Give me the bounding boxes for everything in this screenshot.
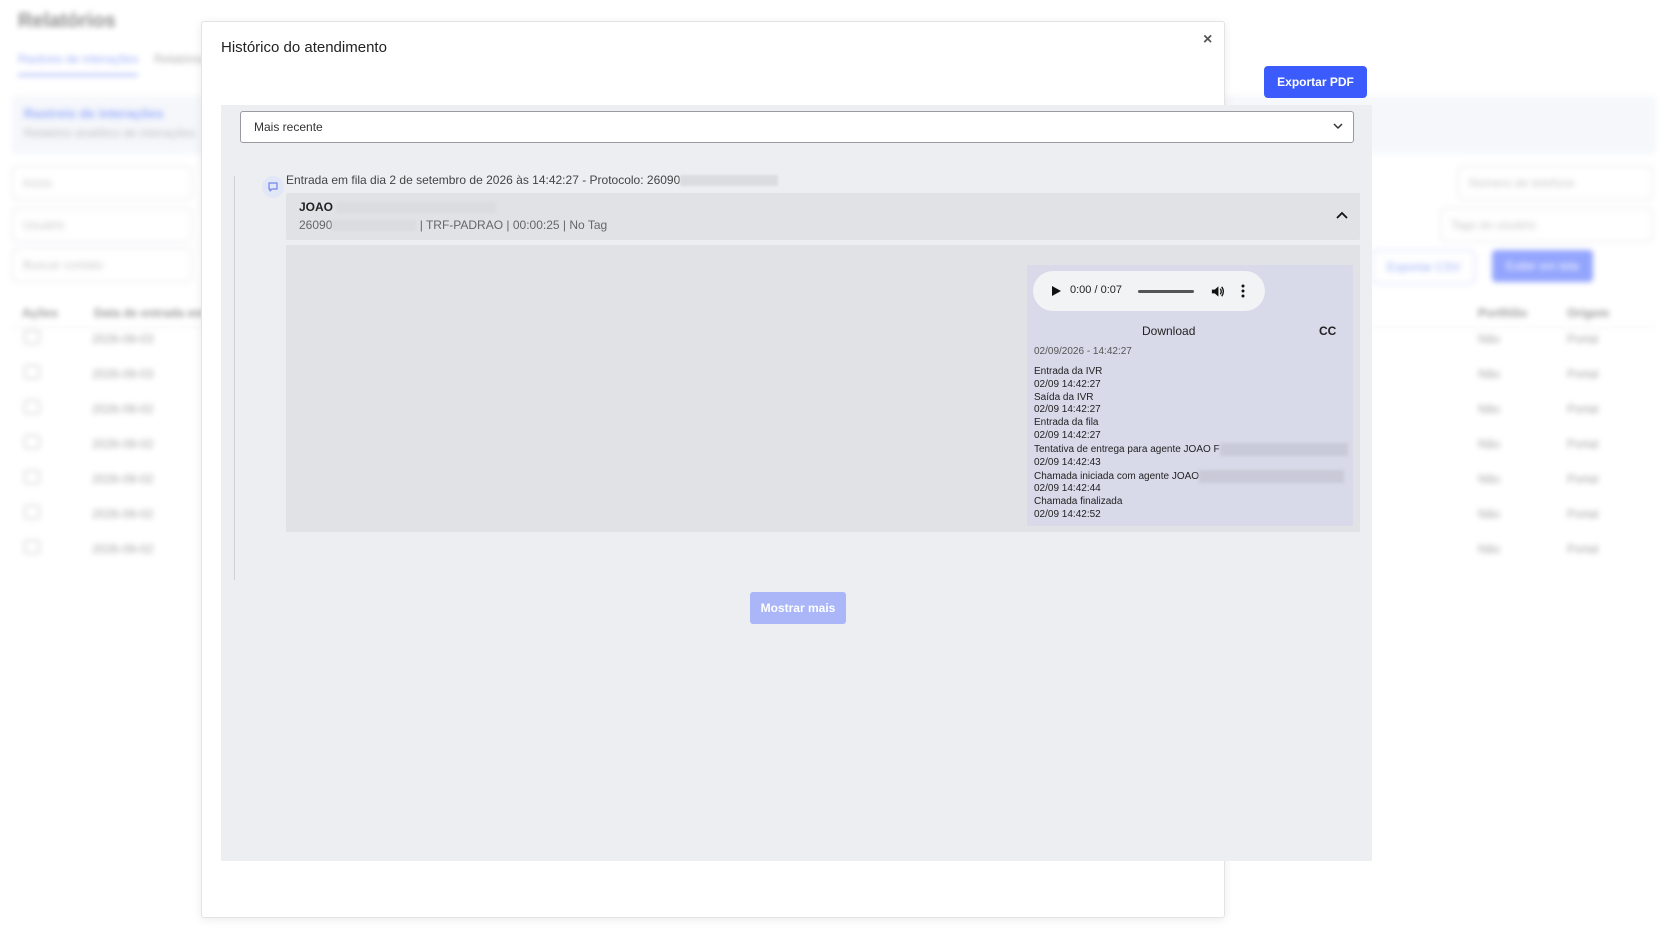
download-link[interactable]: Download xyxy=(1142,324,1195,338)
row-date: 2026-09-02 xyxy=(92,437,154,451)
log-entry-label: Entrada da IVR xyxy=(1034,366,1349,379)
log-entry-time: 02/09 14:42:27 xyxy=(1034,404,1101,416)
row-portfolio: Não xyxy=(1478,402,1501,416)
row-origin: Portal xyxy=(1567,472,1599,486)
user-field[interactable]: Usuário xyxy=(12,208,192,242)
row-date: 2026-09-03 xyxy=(92,332,154,346)
modal-title: Histórico do atendimento xyxy=(221,39,387,56)
volume-icon[interactable] xyxy=(1210,284,1225,299)
log-entry-label: Chamada finalizada xyxy=(1034,496,1349,509)
redacted-agent-name xyxy=(1219,442,1348,456)
recording-panel: 0:00 / 0:07 Download CC 02/09/2026 - 14:… xyxy=(1027,265,1353,526)
sort-selected-value: Mais recente xyxy=(254,120,323,134)
chat-icon[interactable] xyxy=(24,400,40,414)
call-queue: TRF-PADRAO xyxy=(425,218,504,232)
export-pdf-button[interactable]: Exportar PDF xyxy=(1264,66,1367,98)
user-tags-select[interactable]: Tags do usuário xyxy=(1440,208,1653,242)
more-options-icon[interactable] xyxy=(1240,283,1246,299)
page-title: Relatórios xyxy=(18,10,116,32)
row-origin: Portal xyxy=(1567,437,1599,451)
audio-progress-track[interactable] xyxy=(1138,290,1194,293)
search-contact-input[interactable]: Buscar contato xyxy=(12,248,192,282)
header-portfolio: Portfólio xyxy=(1478,306,1528,320)
call-duration: 00:00:25 xyxy=(512,218,560,232)
row-portfolio: Não xyxy=(1478,472,1501,486)
event-header: Entrada em fila dia 2 de setembro de 202… xyxy=(286,173,779,187)
tab-interaction-tracking[interactable]: Rastreio de interações xyxy=(18,52,139,76)
row-origin: Portal xyxy=(1567,367,1599,381)
close-icon[interactable]: × xyxy=(1203,32,1212,48)
captions-toggle[interactable]: CC xyxy=(1319,324,1336,338)
agent-name-text: JOAO xyxy=(299,200,334,214)
row-portfolio: Não xyxy=(1478,507,1501,521)
log-label-text: Saída da IVR xyxy=(1034,391,1094,403)
row-portfolio: Não xyxy=(1478,542,1501,556)
row-portfolio: Não xyxy=(1478,367,1501,381)
chat-icon[interactable] xyxy=(24,540,40,554)
log-entry-time: 02/09 14:42:27 xyxy=(1034,429,1101,441)
display-button[interactable]: Exibir em tela xyxy=(1492,250,1593,282)
chat-icon[interactable] xyxy=(24,330,40,344)
log-label-text: Entrada da fila xyxy=(1034,417,1099,429)
chat-icon[interactable] xyxy=(24,365,40,379)
log-entry-label: Entrada da fila xyxy=(1034,417,1349,430)
header-actions: Ações xyxy=(22,306,59,320)
chat-icon xyxy=(262,176,284,198)
audio-player[interactable]: 0:00 / 0:07 xyxy=(1033,271,1265,311)
section-title: Rastreio de interações xyxy=(24,106,164,121)
log-label-text: Chamada iniciada com agente JOAO xyxy=(1034,470,1200,482)
redacted-agent-name xyxy=(1199,469,1345,483)
event-header-text: Entrada em fila dia 2 de setembro de 202… xyxy=(286,173,681,187)
log-entry-time: 02/09 14:42:43 xyxy=(1034,456,1101,468)
tab-reports[interactable]: Relatórios xyxy=(154,52,208,76)
row-portfolio: Não xyxy=(1478,437,1501,451)
show-more-button[interactable]: Mostrar mais xyxy=(750,592,846,624)
row-date: 2026-09-02 xyxy=(92,472,154,486)
call-protocol: 26090 xyxy=(299,218,333,232)
chat-icon[interactable] xyxy=(24,435,40,449)
log-entry-label: Tentativa de entrega para agente JOAO F xyxy=(1034,442,1349,457)
event-log: Entrada da IVR 02/09 14:42:27 Saída da IVR… xyxy=(1034,366,1349,522)
export-csv-button[interactable]: Exportar CSV xyxy=(1372,250,1476,284)
row-origin: Portal xyxy=(1567,507,1599,521)
audio-time: 0:00 / 0:07 xyxy=(1070,284,1122,296)
log-label-text: Entrada da IVR xyxy=(1034,366,1103,377)
agent-name: JOAO xyxy=(299,200,497,214)
call-meta: 26090 | TRF-PADRAO | 00:00:25 | No Tag xyxy=(299,218,607,232)
section-subtitle: Relatório analítico de interações xyxy=(24,126,196,140)
row-portfolio: Não xyxy=(1478,332,1501,346)
log-entry-time: 02/09 14:42:44 xyxy=(1034,483,1101,495)
chat-icon[interactable] xyxy=(24,505,40,519)
log-entry-label: Chamada iniciada com agente JOAO xyxy=(1034,469,1349,484)
header-origin: Origem xyxy=(1567,306,1610,320)
page-tabs: Rastreio de interações Relatórios xyxy=(18,52,208,76)
row-date: 2026-09-02 xyxy=(92,402,154,416)
redacted-protocol xyxy=(680,175,779,187)
log-entry-label: Saída da IVR xyxy=(1034,392,1349,405)
row-origin: Portal xyxy=(1567,402,1599,416)
redacted-agent-surname xyxy=(336,202,497,214)
call-tag: No Tag xyxy=(569,218,608,232)
timeline-line xyxy=(234,176,235,580)
log-label-text: Chamada finalizada xyxy=(1034,496,1123,508)
chat-icon[interactable] xyxy=(24,470,40,484)
log-entry-time: 02/09 14:42:52 xyxy=(1034,509,1101,521)
chevron-up-icon[interactable] xyxy=(1334,208,1350,224)
call-summary-card[interactable]: JOAO 26090 | TRF-PADRAO | 00:00:25 | No … xyxy=(286,193,1360,240)
row-origin: Portal xyxy=(1567,332,1599,346)
row-date: 2026-09-02 xyxy=(92,507,154,521)
log-entry-time: 02/09 14:42:27 xyxy=(1034,378,1101,390)
play-icon[interactable] xyxy=(1049,284,1063,298)
recording-date: 02/09/2026 - 14:42:27 xyxy=(1034,346,1132,357)
phone-input[interactable]: Número de telefone xyxy=(1458,166,1653,200)
start-date-field[interactable]: Início xyxy=(12,166,192,200)
row-origin: Portal xyxy=(1567,542,1599,556)
row-date: 2026-09-03 xyxy=(92,367,154,381)
row-date: 2026-09-02 xyxy=(92,542,154,556)
chevron-down-icon xyxy=(1333,123,1343,130)
sort-select[interactable]: Mais recente xyxy=(240,111,1354,143)
log-label-text: Tentativa de entrega para agente JOAO F xyxy=(1034,443,1220,455)
redacted-call-protocol xyxy=(332,220,417,232)
